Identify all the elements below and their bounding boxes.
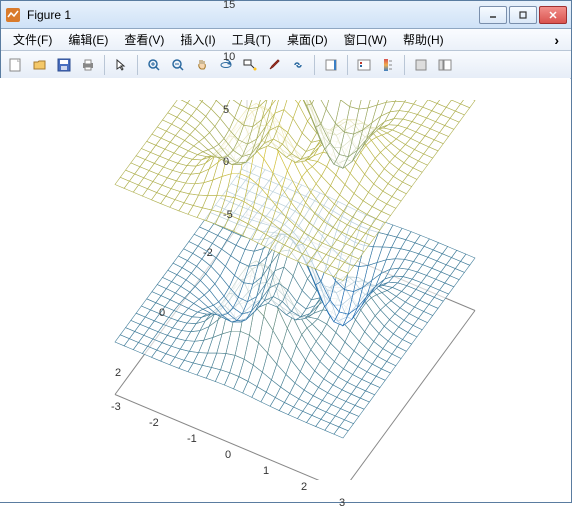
window-title: Figure 1 (27, 8, 477, 22)
toolbar-separator (314, 55, 315, 75)
z-tick: 15 (223, 0, 235, 11)
zoom-out-button[interactable] (167, 54, 189, 76)
plot-area[interactable]: -505101520-202-3-2-10123 (0, 78, 570, 502)
x-tick: -2 (149, 417, 159, 429)
x-tick: 2 (301, 481, 307, 493)
minimize-button[interactable] (479, 6, 507, 24)
data-cursor-button[interactable] (239, 54, 261, 76)
axes-3d[interactable]: -505101520-202-3-2-10123 (35, 100, 535, 480)
x-tick: -1 (187, 433, 197, 445)
toolbar-separator (404, 55, 405, 75)
menu-help[interactable]: 帮助(H) (395, 29, 452, 50)
x-tick: 0 (225, 449, 231, 461)
z-tick: 10 (223, 51, 235, 63)
toolbar (1, 51, 571, 79)
colorbar-button[interactable] (320, 54, 342, 76)
menu-dropdown-icon[interactable]: › (546, 32, 567, 48)
y-tick: -2 (203, 247, 213, 259)
toolbar-separator (104, 55, 105, 75)
print-button[interactable] (77, 54, 99, 76)
toolbar-separator (347, 55, 348, 75)
menu-view[interactable]: 查看(V) (116, 29, 172, 50)
z-tick: 5 (223, 104, 229, 116)
menu-insert[interactable]: 插入(I) (172, 29, 223, 50)
new-figure-button[interactable] (5, 54, 27, 76)
menu-tools[interactable]: 工具(T) (224, 29, 279, 50)
legend-button[interactable] (353, 54, 375, 76)
open-button[interactable] (29, 54, 51, 76)
show-plot-tools-button[interactable] (434, 54, 456, 76)
menubar: 文件(F) 编辑(E) 查看(V) 插入(I) 工具(T) 桌面(D) 窗口(W… (1, 29, 571, 51)
menu-file[interactable]: 文件(F) (5, 29, 60, 50)
pan-button[interactable] (191, 54, 213, 76)
surface-plot (35, 100, 535, 480)
app-icon (5, 7, 21, 23)
menu-window[interactable]: 窗口(W) (336, 29, 395, 50)
menu-edit[interactable]: 编辑(E) (60, 29, 116, 50)
insert-colorbar-button[interactable] (377, 54, 399, 76)
maximize-button[interactable] (509, 6, 537, 24)
title-bar: Figure 1 (1, 1, 571, 29)
x-tick: -3 (111, 401, 121, 413)
link-button[interactable] (287, 54, 309, 76)
y-tick: 0 (159, 307, 165, 319)
x-tick: 1 (263, 465, 269, 477)
brush-button[interactable] (263, 54, 285, 76)
zoom-in-button[interactable] (143, 54, 165, 76)
z-tick: 0 (223, 156, 229, 168)
menu-desktop[interactable]: 桌面(D) (279, 29, 336, 50)
save-button[interactable] (53, 54, 75, 76)
hide-plot-tools-button[interactable] (410, 54, 432, 76)
toolbar-separator (137, 55, 138, 75)
close-button[interactable] (539, 6, 567, 24)
z-tick: -5 (223, 209, 233, 221)
pointer-button[interactable] (110, 54, 132, 76)
y-tick: 2 (115, 367, 121, 379)
